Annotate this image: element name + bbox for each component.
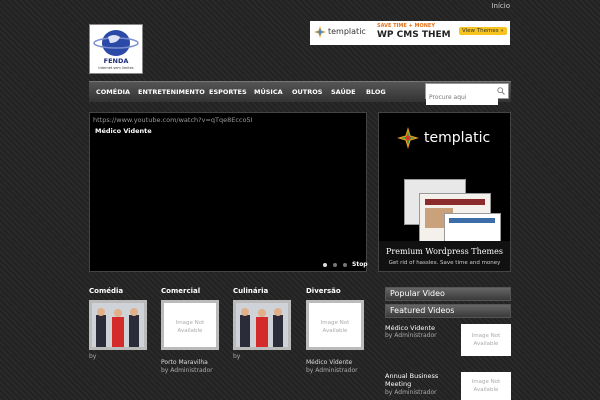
image-not-available: Image Not Available [471,379,501,393]
ad-title: Premium Wordpress Themes [386,247,503,256]
nav-item-outros[interactable]: OUTROS [292,88,322,96]
award-photo [92,303,144,347]
banner-brand: templatic [328,27,366,36]
featured-item-title[interactable]: Médico Vidente [385,324,435,332]
featured-item: Médico Vidente by Administrador Image No… [385,324,511,358]
view-themes-button[interactable]: View Themes » [459,27,507,35]
nav-item-musica[interactable]: MÚSICA [254,88,283,96]
popular-video-header[interactable]: Popular Video [385,287,511,301]
post-author: by [89,353,97,360]
banner-headline: WP CMS THEM [377,30,451,40]
slide-dot-2[interactable] [333,263,337,267]
search-box [425,83,509,105]
video-title[interactable]: Médico Vidente [95,127,152,135]
category-title[interactable]: Culinária [233,287,295,295]
category-culinaria: Culinária by [233,287,295,360]
featured-item-thumbnail[interactable]: Image Not Available [461,372,511,400]
video-thumbnail[interactable]: Image Not Available [161,300,219,350]
nav-item-blog[interactable]: BLOG [366,88,386,96]
image-not-available: Image Not Available [471,333,501,347]
nav-item-comedia[interactable]: COMÉDIA [96,88,130,96]
featured-item-title[interactable]: Annual Business Meeting [385,372,455,388]
search-input[interactable] [426,90,498,105]
post-author: by [233,353,241,360]
search-icon[interactable] [497,87,505,95]
site-logo[interactable]: FENDA Internet sem limites [89,24,143,74]
inicio-link[interactable]: Início [491,2,510,10]
category-title[interactable]: Comédia [89,287,151,295]
image-not-available: Image Not Available [175,320,205,334]
slide-dot-3[interactable] [343,263,347,267]
post-title[interactable]: Porto Maravilha [161,359,208,366]
post-title[interactable]: Médico Vidente [306,359,352,366]
video-url: https://www.youtube.com/watch?v=qTqe8Ecc… [93,116,253,124]
award-photo [236,303,288,347]
post-author: by Administrador [161,367,213,374]
featured-item-thumbnail[interactable]: Image Not Available [461,324,511,356]
featured-videos-header[interactable]: Featured Videos [385,304,511,318]
templatic-banner[interactable]: templatic SAVE TIME + MONEY WP CMS THEM … [310,21,510,45]
category-comercial: Comercial Image Not Available Porto Mara… [161,287,223,374]
video-thumbnail[interactable]: Image Not Available [306,300,364,350]
logo-tagline: Internet sem limites [98,66,134,70]
video-thumbnail[interactable] [89,300,147,350]
logo-text: FENDA [103,57,129,65]
templatic-star-icon [314,26,326,38]
category-diversao: Diversão Image Not Available Médico Vide… [306,287,368,374]
category-title[interactable]: Comercial [161,287,223,295]
stop-button[interactable]: Stop [352,261,368,268]
featured-item: Annual Business Meeting by Administrador… [385,372,511,400]
featured-item-author: by Administrador [385,389,437,396]
post-author: by Administrador [306,367,358,374]
nav-item-saude[interactable]: SAÚDE [331,88,356,96]
featured-item-author: by Administrador [385,332,437,339]
category-comedia: Comédia by [89,287,151,360]
video-thumbnail[interactable] [233,300,291,350]
banner-tagline: SAVE TIME + MONEY [377,23,435,29]
image-not-available: Image Not Available [320,320,350,334]
templatic-star-icon [397,127,419,149]
category-title[interactable]: Diversão [306,287,368,295]
featured-video-player[interactable]: https://www.youtube.com/watch?v=qTqe8Ecc… [89,112,368,272]
templatic-ad[interactable]: templatic Premium Wordpress Themes Get r… [378,112,511,272]
slide-dot-1[interactable] [323,263,327,267]
ad-subtitle: Get rid of hassles. Save time and money [388,260,501,266]
ad-brand: templatic [424,130,491,146]
nav-item-esportes[interactable]: ESPORTES [209,88,247,96]
nav-item-entretenimento[interactable]: ENTRETENIMENTO [138,88,205,96]
